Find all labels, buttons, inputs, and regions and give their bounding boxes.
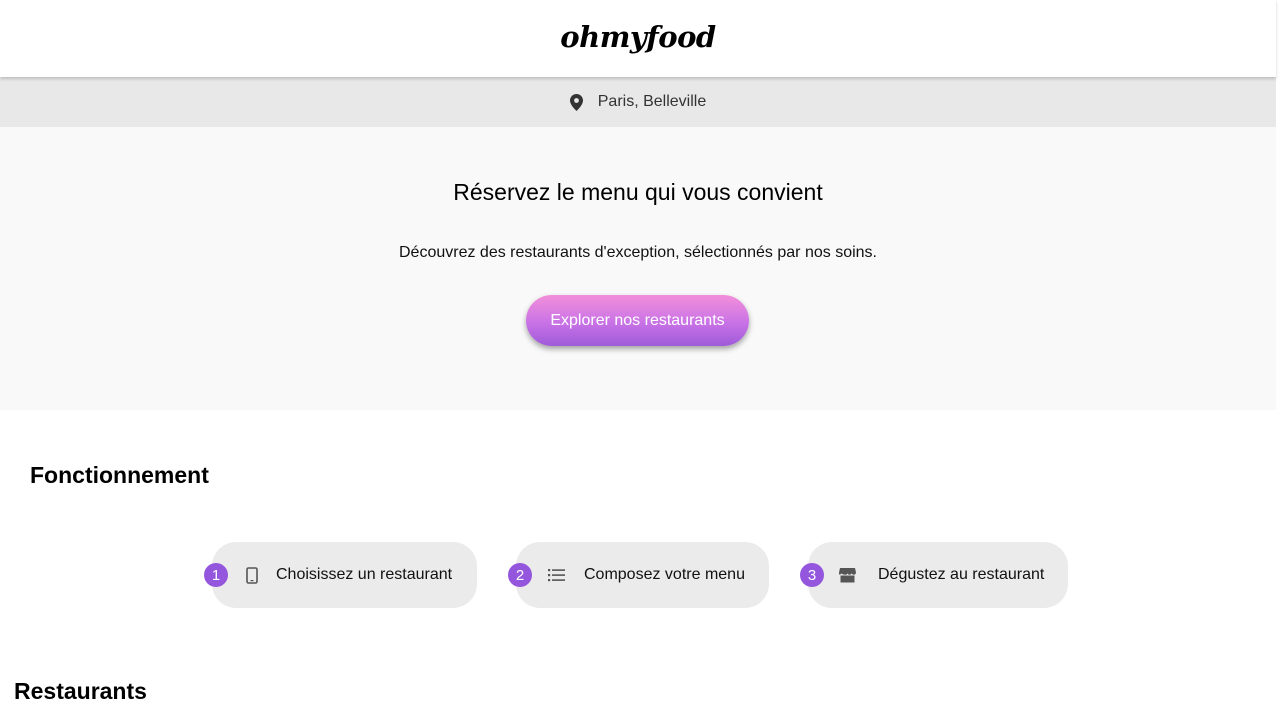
hero-section: Réservez le menu qui vous convient Décou…: [0, 127, 1276, 410]
hero-subtitle: Découvrez des restaurants d'exception, s…: [399, 244, 877, 261]
step-card-2: 2 Composez votre menu: [508, 542, 769, 608]
step-number-badge: 3: [800, 563, 824, 587]
step-label: Choisissez un restaurant: [276, 566, 453, 583]
step-number-badge: 2: [508, 563, 532, 587]
hero-title: Réservez le menu qui vous convient: [453, 179, 823, 205]
section-title-restaurants: Restaurants: [14, 678, 147, 704]
store-icon: [838, 566, 856, 584]
logo[interactable]: ohmyfood: [560, 20, 716, 54]
step-label: Dégustez au restaurant: [878, 566, 1045, 583]
location-bar: Paris, Belleville: [0, 77, 1276, 127]
page: ohmyfood Paris, Belleville Réservez le m…: [0, 0, 1280, 720]
section-title-how-it-works: Fonctionnement: [30, 462, 209, 488]
step-card-1: 1 Choisissez un restaurant: [204, 542, 477, 608]
step-label: Composez votre menu: [584, 566, 745, 583]
smartphone-icon: [243, 566, 261, 584]
step-card-3: 3 Dégustez au restaurant: [800, 542, 1068, 608]
explore-restaurants-button[interactable]: Explorer nos restaurants: [526, 295, 749, 346]
list-icon: [547, 566, 565, 584]
step-number-badge: 1: [204, 563, 228, 587]
site-header: ohmyfood: [0, 0, 1276, 77]
map-pin-icon: [569, 93, 583, 111]
location-text: Paris, Belleville: [597, 93, 707, 110]
